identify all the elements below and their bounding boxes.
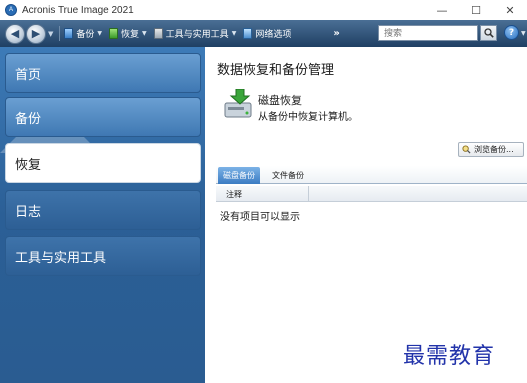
tools-icon xyxy=(153,28,163,39)
network-options-label: 网络选项 xyxy=(255,30,292,40)
page-title: 数据恢复和备份管理 xyxy=(217,63,335,78)
sidebar-item-label: 日志 xyxy=(15,204,42,220)
sidebar-item-label: 工具与实用工具 xyxy=(15,250,107,266)
tab-disk-backup[interactable]: 磁盘备份 xyxy=(218,167,260,184)
disk-recovery-description: 从备份中恢复计算机。 xyxy=(258,112,358,123)
main-panel: 数据恢复和备份管理 磁盘恢复 从备份中恢复计算机。 浏览备份... 磁盘备份 文… xyxy=(205,47,527,383)
sidebar-item-label: 备份 xyxy=(15,111,42,127)
chevron-down-icon: ▼ xyxy=(142,30,147,37)
maximize-button[interactable]: ☐ xyxy=(459,0,493,20)
sidebar-item-label: 首页 xyxy=(15,67,42,83)
toolbar-overflow-button[interactable]: » xyxy=(333,28,339,39)
backup-icon xyxy=(64,28,74,39)
title-bar: A Acronis True Image 2021 — ☐ ✕ xyxy=(0,0,527,20)
sidebar-item-log[interactable]: 日志 xyxy=(5,190,201,230)
sidebar-item-label: 恢复 xyxy=(15,157,42,173)
browse-backup-button[interactable]: 浏览备份... xyxy=(458,142,524,157)
column-header-notes[interactable]: 注释 xyxy=(226,189,242,200)
back-button[interactable]: ◀ xyxy=(5,23,25,44)
watermark-text: 最需教育 xyxy=(403,344,496,369)
search-input[interactable] xyxy=(378,25,478,41)
chevron-down-icon: ▼ xyxy=(97,30,103,37)
recover-icon xyxy=(109,28,119,39)
sidebar: 首页 备份 恢复 日志 工具与实用工具 xyxy=(0,47,205,383)
toolbar: ◀ ▶ ▼ 备份 ▼ 恢复 ▼ 工具与实用工具 ▼ 网络选项 » ? ▼ xyxy=(0,20,527,47)
backup-menu[interactable]: 备份 ▼ xyxy=(64,27,102,40)
tools-menu[interactable]: 工具与实用工具 ▼ xyxy=(153,27,237,40)
sidebar-item-backup[interactable]: 备份 xyxy=(5,97,201,137)
window-title: Acronis True Image 2021 xyxy=(22,4,134,16)
close-button[interactable]: ✕ xyxy=(493,0,527,20)
network-options-menu[interactable]: 网络选项 xyxy=(243,27,291,40)
backup-tabs: 磁盘备份 文件备份 xyxy=(216,166,527,184)
disk-recovery-title[interactable]: 磁盘恢复 xyxy=(258,92,302,108)
recover-menu[interactable]: 恢复 ▼ xyxy=(109,27,147,40)
search-icon xyxy=(483,28,494,38)
column-divider[interactable] xyxy=(308,186,309,202)
chevron-down-icon: ▼ xyxy=(231,30,237,37)
forward-button[interactable]: ▶ xyxy=(26,23,46,44)
recover-menu-label: 恢复 xyxy=(121,30,140,40)
history-dropdown-icon[interactable]: ▼ xyxy=(48,30,53,38)
backup-menu-label: 备份 xyxy=(76,30,95,40)
sidebar-item-recover[interactable]: 恢复 xyxy=(5,143,201,183)
network-icon xyxy=(243,28,253,39)
minimize-button[interactable]: — xyxy=(425,0,459,20)
browse-backup-label: 浏览备份... xyxy=(474,145,514,154)
browse-icon xyxy=(462,145,471,154)
app-logo-icon: A xyxy=(5,4,17,16)
tools-menu-label: 工具与实用工具 xyxy=(165,30,229,40)
search-button[interactable] xyxy=(480,25,497,41)
window-controls: — ☐ ✕ xyxy=(425,0,527,20)
sidebar-item-tools[interactable]: 工具与实用工具 xyxy=(5,236,201,276)
disk-recovery-icon[interactable] xyxy=(222,89,256,121)
chevron-down-icon[interactable]: ▼ xyxy=(521,30,526,37)
toolbar-divider xyxy=(59,26,61,41)
tab-file-backup[interactable]: 文件备份 xyxy=(266,167,310,184)
sidebar-item-home[interactable]: 首页 xyxy=(5,53,201,93)
empty-list-message: 没有项目可以显示 xyxy=(220,212,300,223)
table-header: 注释 xyxy=(216,186,527,202)
help-button[interactable]: ? xyxy=(504,25,519,40)
